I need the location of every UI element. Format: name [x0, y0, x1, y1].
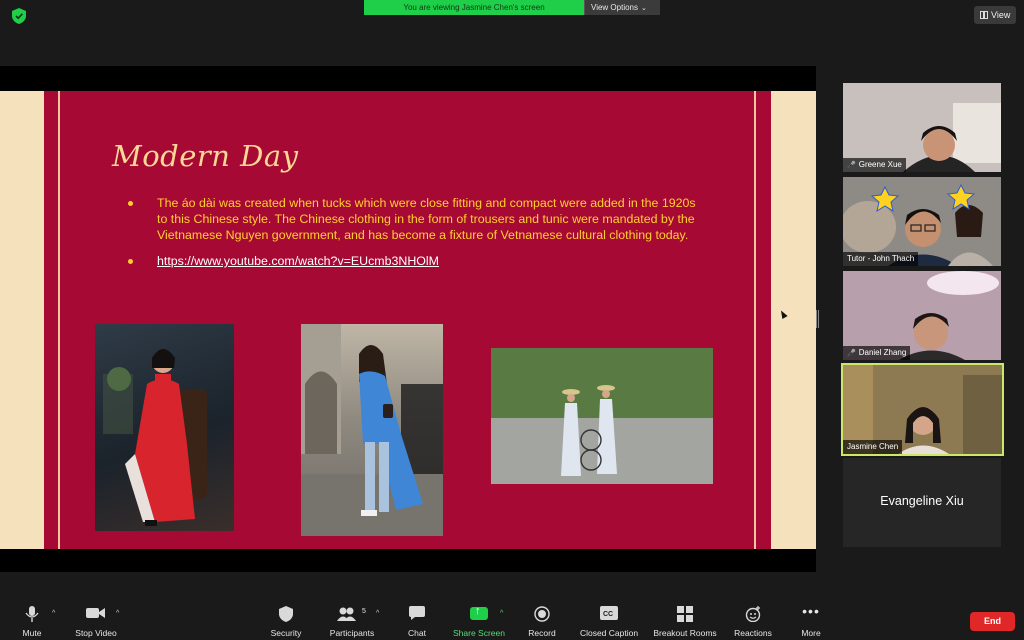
- chevron-down-icon: ⌄: [641, 5, 647, 12]
- view-options-label: View Options: [591, 3, 638, 12]
- end-meeting-button[interactable]: End: [970, 612, 1015, 631]
- participant-tile[interactable]: 🎤 Daniel Zhang: [843, 271, 1001, 360]
- participant-count-badge: 5: [362, 608, 366, 615]
- security-shield-icon[interactable]: [12, 8, 26, 24]
- bullet-text: The áo dài was created when tucks which …: [157, 196, 696, 242]
- chat-button[interactable]: Chat: [404, 606, 430, 638]
- two-women-bicycle-photo: [491, 348, 713, 484]
- participant-name-label: Jasmine Chen: [843, 440, 903, 454]
- participant-name-label: Tutor - John Thach: [843, 252, 919, 266]
- participant-name-label: 🎤 Daniel Zhang: [843, 346, 911, 360]
- more-dots-icon: •••: [802, 603, 820, 619]
- breakout-rooms-button[interactable]: Breakout Rooms: [650, 606, 720, 638]
- panel-resize-handle[interactable]: [816, 310, 819, 328]
- breakout-rooms-icon: [650, 606, 720, 622]
- security-shield-icon: [266, 606, 306, 622]
- view-options-button[interactable]: View Options ⌄: [584, 0, 660, 15]
- chat-bubble-icon: [404, 606, 430, 622]
- closed-caption-icon: CC: [576, 606, 642, 622]
- record-button[interactable]: Record: [524, 606, 560, 638]
- slide-border-right: [754, 91, 756, 549]
- participant-tile[interactable]: Tutor - John Thach: [843, 177, 1001, 266]
- bullet-dot-icon: [128, 201, 133, 206]
- participants-options-caret-icon[interactable]: ^: [376, 610, 379, 617]
- smiley-reaction-icon: [730, 606, 776, 623]
- red-ao-dai-photo: [95, 324, 234, 531]
- bullet-item: https://www.youtube.com/watch?v=EUcmb3NH…: [128, 253, 708, 269]
- shared-screen: Modern Day The áo dài was created when t…: [0, 66, 816, 572]
- slide-border-left: [58, 91, 60, 549]
- svg-text:CC: CC: [603, 611, 613, 618]
- participant-name-label: 🎤 Greene Xue: [843, 158, 906, 172]
- view-button[interactable]: View: [974, 6, 1016, 24]
- participant-name: Evangeline Xiu: [880, 494, 964, 508]
- slide-bullet-list: The áo dài was created when tucks which …: [128, 195, 708, 279]
- mute-options-caret-icon[interactable]: ^: [52, 610, 55, 617]
- meeting-toolbar: Mute ^ Stop Video ^ Security 5 Participa…: [0, 602, 1024, 640]
- mic-muted-icon: 🎤: [847, 162, 856, 169]
- viewing-screen-banner: You are viewing Jasmine Chen's screen: [364, 0, 584, 15]
- participant-tile-video-off[interactable]: Evangeline Xiu: [843, 458, 1001, 547]
- closed-caption-button[interactable]: CC Closed Caption: [576, 606, 642, 638]
- mic-muted-icon: 🎤: [847, 350, 856, 357]
- participants-button[interactable]: 5 Participants: [324, 606, 380, 638]
- view-label: View: [991, 10, 1011, 20]
- bullet-item: The áo dài was created when tucks which …: [128, 195, 708, 243]
- share-screen-icon: [470, 605, 488, 620]
- bullet-dot-icon: [128, 259, 133, 264]
- reactions-button[interactable]: Reactions: [730, 606, 776, 638]
- participant-tile-active-speaker[interactable]: Jasmine Chen: [841, 363, 1004, 456]
- participants-icon: 5: [324, 606, 380, 622]
- record-icon: [524, 606, 560, 622]
- slide-content-panel: Modern Day The áo dài was created when t…: [44, 91, 771, 549]
- video-camera-icon: [70, 606, 122, 622]
- youtube-link[interactable]: https://www.youtube.com/watch?v=EUcmb3NH…: [157, 254, 439, 268]
- share-options-caret-icon[interactable]: ^: [500, 610, 503, 617]
- blue-ao-dai-photo: [301, 324, 443, 536]
- video-options-caret-icon[interactable]: ^: [116, 610, 119, 617]
- stop-video-button[interactable]: Stop Video: [70, 606, 122, 638]
- microphone-icon: [14, 606, 50, 622]
- presentation-slide: Modern Day The áo dài was created when t…: [0, 91, 816, 549]
- mute-button[interactable]: Mute: [14, 606, 50, 638]
- security-button[interactable]: Security: [266, 606, 306, 638]
- more-button[interactable]: ••• More: [796, 603, 826, 638]
- view-grid-icon: [980, 11, 988, 19]
- zoom-meeting-window: You are viewing Jasmine Chen's screen Vi…: [0, 0, 1024, 640]
- slide-title: Modern Day: [112, 139, 299, 173]
- participant-tile[interactable]: 🎤 Greene Xue: [843, 83, 1001, 172]
